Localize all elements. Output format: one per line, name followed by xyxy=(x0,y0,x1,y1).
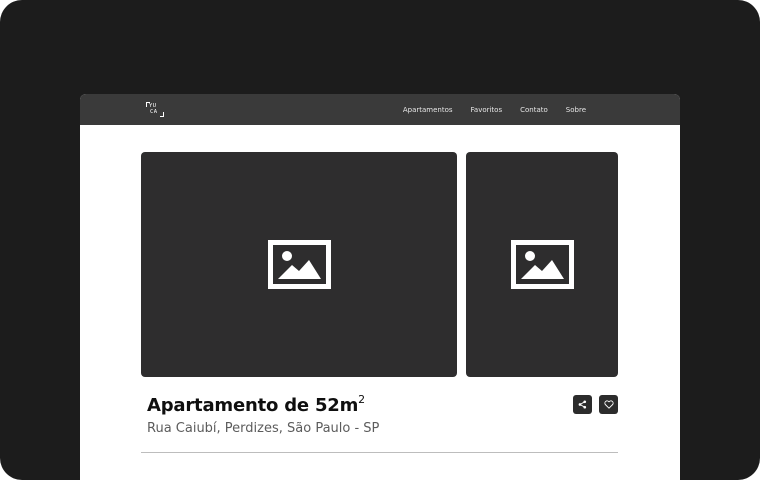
nav-link-apartamentos[interactable]: Apartamentos xyxy=(403,106,453,114)
nav-menu: Apartamentos Favoritos Contato Sobre xyxy=(403,94,586,125)
nav-link-contato[interactable]: Contato xyxy=(520,106,548,114)
favorite-button[interactable] xyxy=(599,395,618,414)
logo-bracket xyxy=(160,112,164,117)
logo-text-bottom: CA xyxy=(150,109,158,115)
device-frame: YU CA Apartamentos Favoritos Contato Sob… xyxy=(0,0,760,480)
share-button[interactable] xyxy=(573,395,592,414)
gallery-main-photo[interactable] xyxy=(141,152,457,377)
navbar: YU CA Apartamentos Favoritos Contato Sob… xyxy=(80,94,680,125)
yuca-logo[interactable]: YU CA xyxy=(146,101,164,118)
share-icon xyxy=(578,400,587,409)
nav-link-favoritos[interactable]: Favoritos xyxy=(471,106,503,114)
listing-address: Rua Caiubí, Perdizes, São Paulo - SP xyxy=(147,421,380,436)
listing-title-superscript: 2 xyxy=(358,393,365,406)
browser-window: YU CA Apartamentos Favoritos Contato Sob… xyxy=(80,94,680,480)
section-divider xyxy=(141,452,618,453)
image-placeholder-icon xyxy=(267,240,331,289)
heart-icon xyxy=(603,400,614,409)
nav-link-sobre[interactable]: Sobre xyxy=(566,106,586,114)
image-placeholder-icon xyxy=(510,240,574,289)
listing-title: Apartamento de 52m2 xyxy=(147,393,365,416)
gallery-side-photo[interactable] xyxy=(466,152,618,377)
listing-title-text: Apartamento de 52m xyxy=(147,395,359,416)
